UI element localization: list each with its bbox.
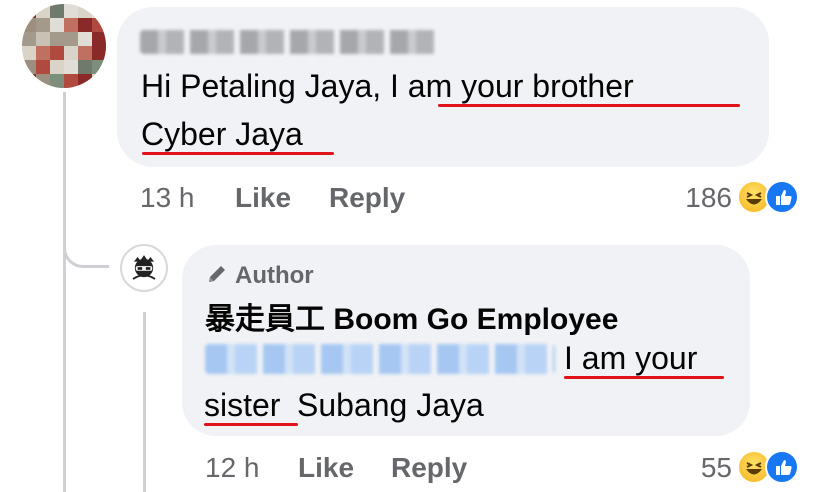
reply-author-name[interactable]: 暴走員工 Boom Go Employee <box>205 294 618 338</box>
avatar-mosaic-tile <box>92 4 106 18</box>
avatar-mosaic-tile <box>64 32 78 46</box>
avatar-mosaic-tile <box>22 18 36 32</box>
avatar-mosaic-tile <box>22 4 36 18</box>
comment-timestamp[interactable]: 13 h <box>140 182 195 214</box>
comment-text-line2: Cyber Jaya <box>141 116 303 152</box>
reply-thread-line <box>143 312 146 492</box>
avatar-mosaic-tile <box>64 18 78 32</box>
like-icon <box>765 450 799 484</box>
reply-reply-button[interactable]: Reply <box>391 452 467 484</box>
avatar-mosaic-tile <box>22 46 36 60</box>
reply-reaction-count[interactable]: 55 <box>680 452 732 484</box>
avatar-mosaic-tile <box>64 4 78 18</box>
avatar-mosaic-tile <box>92 60 106 74</box>
avatar-mosaic-tile <box>36 32 50 46</box>
pencil-icon <box>209 266 225 282</box>
like-icon <box>765 180 799 214</box>
avatar-mosaic-tile <box>22 32 36 46</box>
avatar-mosaic-tile <box>64 74 78 88</box>
comment-reply-button[interactable]: Reply <box>329 182 405 214</box>
avatar-mosaic-tile <box>22 74 36 88</box>
avatar-mosaic-tile <box>92 18 106 32</box>
reply-text-line1: I am your <box>564 340 698 376</box>
reply-timestamp[interactable]: 12 h <box>205 452 260 484</box>
avatar-mosaic-tile <box>50 46 64 60</box>
avatar-mosaic-tile <box>64 60 78 74</box>
avatar-mosaic-tile <box>78 18 92 32</box>
avatar-mosaic-tile <box>78 4 92 18</box>
commenter-name-blurred[interactable] <box>140 30 440 54</box>
avatar-mosaic-tile <box>50 32 64 46</box>
mention-tag-blurred[interactable] <box>205 344 555 374</box>
comment-reaction-count[interactable]: 186 <box>660 182 732 214</box>
underline-mark <box>564 376 724 379</box>
comment-like-button[interactable]: Like <box>235 182 291 214</box>
avatar-mosaic-tile <box>78 32 92 46</box>
page-avatar[interactable] <box>120 244 168 292</box>
avatar-mosaic-tile <box>36 46 50 60</box>
avatar-mosaic-tile <box>78 60 92 74</box>
avatar-mosaic-tile <box>92 46 106 60</box>
avatar-mosaic-tile <box>50 60 64 74</box>
avatar-mosaic-tile <box>92 74 106 88</box>
thread-connector-branch <box>63 230 109 268</box>
avatar-mosaic-tile <box>50 4 64 18</box>
underline-mark <box>204 423 298 426</box>
avatar-mosaic-tile <box>50 74 64 88</box>
avatar-mosaic-tile <box>78 74 92 88</box>
thread-connector-vertical <box>63 92 66 492</box>
underline-mark <box>438 104 740 107</box>
avatar-mosaic-tile <box>50 18 64 32</box>
reply-text-line2b: Subang Jaya <box>297 387 484 423</box>
avatar-mosaic-tile <box>78 46 92 60</box>
avatar-mosaic-tile <box>36 74 50 88</box>
avatar-mosaic-tile <box>22 60 36 74</box>
avatar-mosaic-tile <box>36 4 50 18</box>
avatar-mosaic-tile <box>64 46 78 60</box>
avatar-mosaic-tile <box>36 18 50 32</box>
commenter-avatar[interactable] <box>22 4 106 88</box>
comment-text-line1: Hi Petaling Jaya, I am your brother <box>141 68 634 104</box>
avatar-mosaic-tile <box>92 32 106 46</box>
reply-like-button[interactable]: Like <box>298 452 354 484</box>
author-badge: Author <box>205 262 314 290</box>
avatar-mosaic-tile <box>36 60 50 74</box>
underline-mark <box>142 152 334 155</box>
author-badge-label: Author <box>235 262 314 289</box>
reply-text-line2a: sister <box>204 387 281 423</box>
